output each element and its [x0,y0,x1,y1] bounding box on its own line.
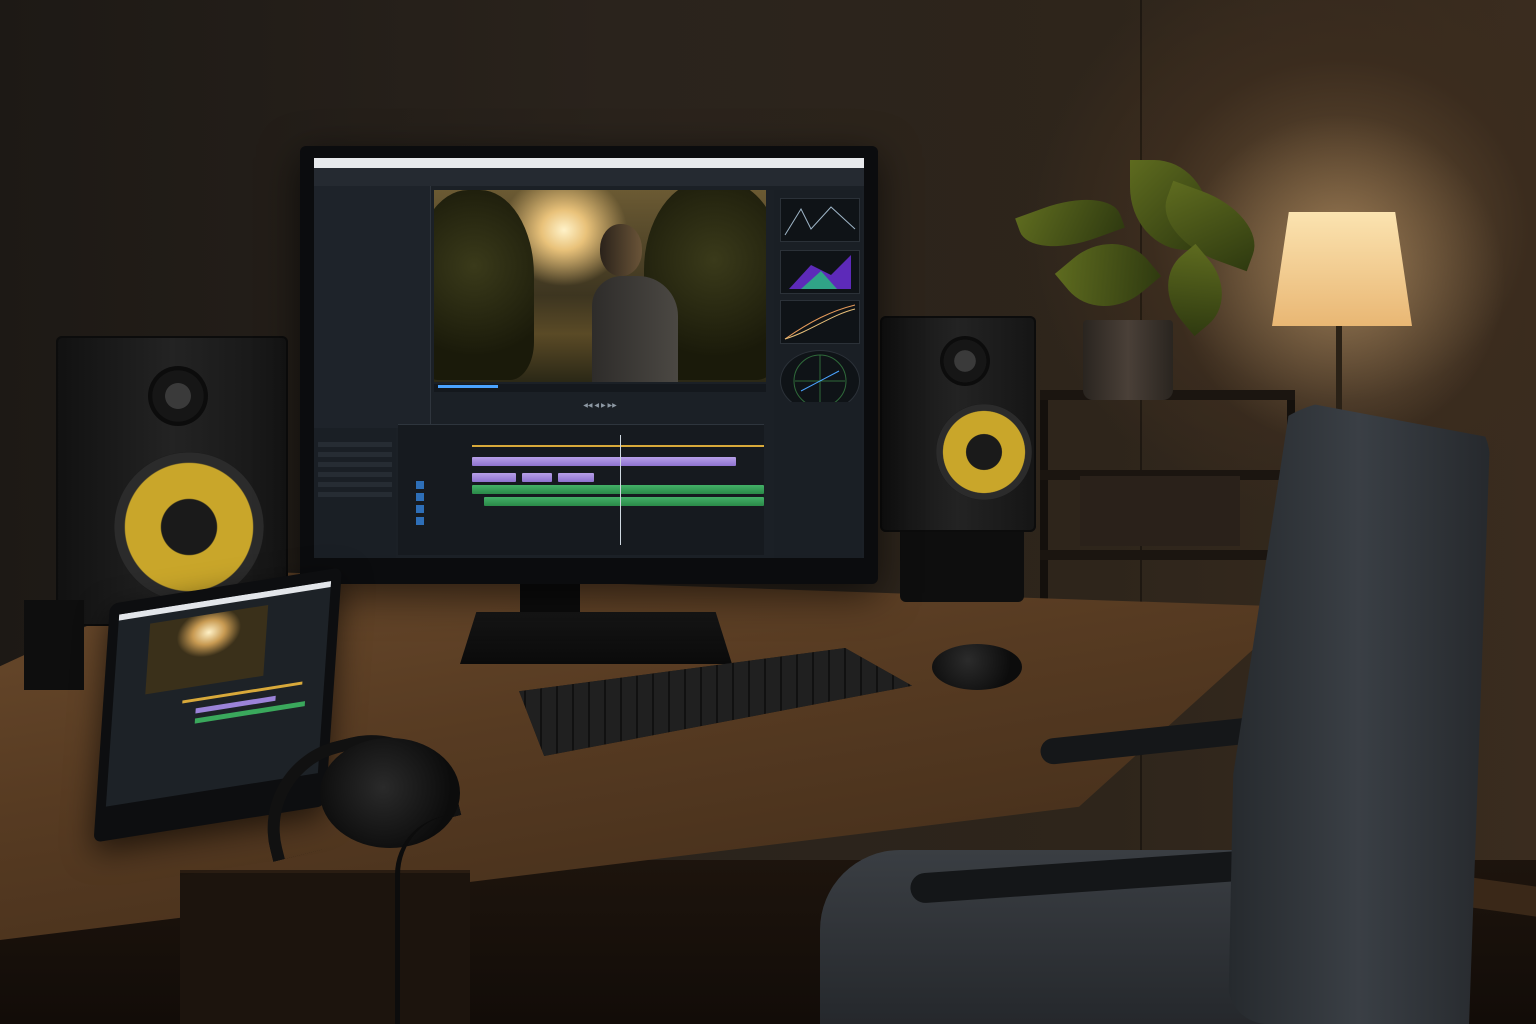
source-panel [314,186,431,428]
program-monitor[interactable] [434,190,766,382]
audio-clip[interactable] [472,485,764,494]
work-area-bar[interactable] [472,445,764,447]
project-item[interactable] [318,472,392,477]
track-toggle[interactable] [416,481,424,489]
video-editor-screen: ◀◀ ◀ ▶ ▶▶ [314,158,864,558]
monitor: ◀◀ ◀ ▶ ▶▶ [300,146,878,584]
floor-lamp [1272,212,1412,326]
speaker-tweeter [148,366,208,426]
scrub-progress [438,385,498,388]
project-item[interactable] [318,452,392,457]
speaker-stand [24,600,84,690]
track-toggle[interactable] [416,493,424,501]
project-item[interactable] [318,442,392,447]
person-body [592,276,678,382]
speaker-stand [900,532,1024,602]
timeline-panel[interactable] [398,424,764,555]
tree [434,190,534,380]
project-item[interactable] [318,462,392,467]
shelf-board [1040,550,1295,560]
histogram-scope [780,250,860,294]
headphone-cable [395,815,520,1024]
speaker-tweeter [940,336,990,386]
track-toggle[interactable] [416,517,424,525]
video-clip[interactable] [472,473,516,482]
project-item[interactable] [318,482,392,487]
scopes-panel [774,190,862,430]
storage-box [1080,476,1240,546]
video-clip[interactable] [558,473,594,482]
track-toggle[interactable] [416,505,424,513]
curves-graph [784,304,856,340]
transport-controls[interactable]: ◀◀ ◀ ▶ ▶▶ [434,402,766,412]
speaker-woofer [936,404,1032,500]
curves-scope [780,300,860,344]
project-item[interactable] [318,492,392,497]
waveform-scope [780,198,860,242]
editor-toolbar [314,168,864,186]
effects-panel [774,402,862,558]
video-clip[interactable] [522,473,552,482]
project-panel [314,428,396,558]
audio-clip[interactable] [484,497,764,506]
scrub-bar[interactable] [434,384,766,392]
waveform-graph [784,206,856,236]
plant-pot [1083,320,1173,400]
right-speaker [880,316,1036,532]
speaker-woofer [114,452,264,602]
editing-desk-scene: ◀◀ ◀ ▶ ▶▶ [0,0,1536,1024]
histogram-graph [789,255,851,289]
person-head [600,224,642,276]
timeline-ruler[interactable] [472,433,764,445]
tablet-preview [145,604,269,695]
playhead[interactable] [620,435,621,545]
mouse [932,644,1022,690]
menu-bar [314,158,864,168]
video-clip[interactable] [472,457,736,466]
monitor-stand [460,612,732,664]
